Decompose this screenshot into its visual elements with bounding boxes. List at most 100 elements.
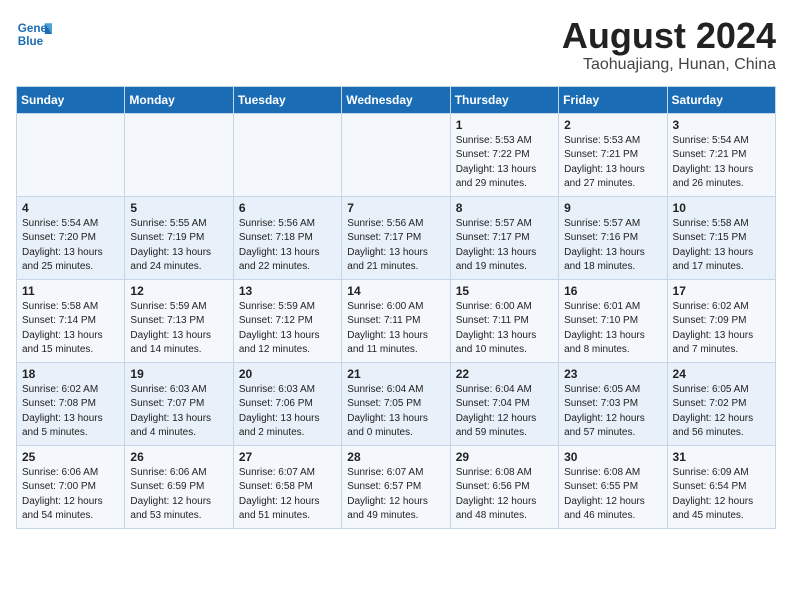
day-info: Sunrise: 6:02 AM Sunset: 7:09 PM Dayligh… xyxy=(673,300,770,358)
day-number: 22 xyxy=(456,367,553,381)
day-number: 6 xyxy=(239,201,336,215)
day-number: 26 xyxy=(130,450,227,464)
page-header: General Blue August 2024 Taohuajiang, Hu… xyxy=(16,16,776,74)
day-info: Sunrise: 5:57 AM Sunset: 7:16 PM Dayligh… xyxy=(564,217,661,275)
day-number: 19 xyxy=(130,367,227,381)
title-block: August 2024 Taohuajiang, Hunan, China xyxy=(562,16,776,74)
calendar-cell: 3Sunrise: 5:54 AM Sunset: 7:21 PM Daylig… xyxy=(667,113,775,196)
day-number: 11 xyxy=(22,284,119,298)
main-title: August 2024 xyxy=(562,16,776,56)
day-info: Sunrise: 5:59 AM Sunset: 7:13 PM Dayligh… xyxy=(130,300,227,358)
day-info: Sunrise: 5:56 AM Sunset: 7:17 PM Dayligh… xyxy=(347,217,444,275)
calendar-week-2: 4 Sunrise: 5:54 AM Sunset: 7:20 PM Daylig… xyxy=(17,196,776,279)
calendar-cell: 9Sunrise: 5:57 AM Sunset: 7:16 PM Daylig… xyxy=(559,196,667,279)
weekday-header-wednesday: Wednesday xyxy=(342,86,450,113)
day-number: 7 xyxy=(347,201,444,215)
day-number: 24 xyxy=(673,367,770,381)
calendar-cell: 6 Sunrise: 5:56 AM Sunset: 7:18 PM Daylig… xyxy=(233,196,341,279)
day-number: 16 xyxy=(564,284,661,298)
day-info: Sunrise: 6:06 AM Sunset: 6:59 PM Dayligh… xyxy=(130,466,227,524)
calendar-cell: 28Sunrise: 6:07 AM Sunset: 6:57 PM Dayli… xyxy=(342,445,450,528)
day-number: 20 xyxy=(239,367,336,381)
day-info: Sunrise: 6:02 AM Sunset: 7:08 PM Dayligh… xyxy=(22,383,119,441)
calendar-header: SundayMondayTuesdayWednesdayThursdayFrid… xyxy=(17,86,776,113)
calendar-week-5: 25Sunrise: 6:06 AM Sunset: 7:00 PM Dayli… xyxy=(17,445,776,528)
day-number: 28 xyxy=(347,450,444,464)
weekday-header-tuesday: Tuesday xyxy=(233,86,341,113)
day-info: Sunrise: 6:01 AM Sunset: 7:10 PM Dayligh… xyxy=(564,300,661,358)
day-info: Sunrise: 6:05 AM Sunset: 7:03 PM Dayligh… xyxy=(564,383,661,441)
calendar-cell: 12 Sunrise: 5:59 AM Sunset: 7:13 PM Dayli… xyxy=(125,279,233,362)
day-info: Sunrise: 5:58 AM Sunset: 7:15 PM Dayligh… xyxy=(673,217,770,275)
calendar-week-3: 11 Sunrise: 5:58 AM Sunset: 7:14 PM Dayli… xyxy=(17,279,776,362)
day-number: 8 xyxy=(456,201,553,215)
day-number: 12 xyxy=(130,284,227,298)
calendar-cell xyxy=(342,113,450,196)
day-number: 23 xyxy=(564,367,661,381)
calendar-cell: 14Sunrise: 6:00 AM Sunset: 7:11 PM Dayli… xyxy=(342,279,450,362)
calendar-cell: 29 Sunrise: 6:08 AM Sunset: 6:56 PM Dayli… xyxy=(450,445,558,528)
weekday-header-friday: Friday xyxy=(559,86,667,113)
calendar-cell: 8Sunrise: 5:57 AM Sunset: 7:17 PM Daylig… xyxy=(450,196,558,279)
logo-icon: General Blue xyxy=(16,16,52,52)
day-info: Sunrise: 5:53 AM Sunset: 7:21 PM Dayligh… xyxy=(564,134,661,192)
day-number: 29 xyxy=(456,450,553,464)
day-info: Sunrise: 6:00 AM Sunset: 7:11 PM Dayligh… xyxy=(347,300,444,358)
subtitle: Taohuajiang, Hunan, China xyxy=(562,56,776,74)
calendar-cell: 17 Sunrise: 6:02 AM Sunset: 7:09 PM Dayli… xyxy=(667,279,775,362)
day-info: Sunrise: 5:53 AM Sunset: 7:22 PM Dayligh… xyxy=(456,134,553,192)
day-info: Sunrise: 5:55 AM Sunset: 7:19 PM Dayligh… xyxy=(130,217,227,275)
day-info: Sunrise: 6:03 AM Sunset: 7:07 PM Dayligh… xyxy=(130,383,227,441)
calendar-table: SundayMondayTuesdayWednesdayThursdayFrid… xyxy=(16,86,776,529)
day-number: 18 xyxy=(22,367,119,381)
weekday-header-sunday: Sunday xyxy=(17,86,125,113)
day-info: Sunrise: 6:04 AM Sunset: 7:05 PM Dayligh… xyxy=(347,383,444,441)
calendar-cell: 25Sunrise: 6:06 AM Sunset: 7:00 PM Dayli… xyxy=(17,445,125,528)
day-info: Sunrise: 6:07 AM Sunset: 6:58 PM Dayligh… xyxy=(239,466,336,524)
day-info: Sunrise: 6:04 AM Sunset: 7:04 PM Dayligh… xyxy=(456,383,553,441)
day-number: 31 xyxy=(673,450,770,464)
day-info: Sunrise: 5:54 AM Sunset: 7:21 PM Dayligh… xyxy=(673,134,770,192)
day-info: Sunrise: 6:08 AM Sunset: 6:56 PM Dayligh… xyxy=(456,466,553,524)
day-number: 21 xyxy=(347,367,444,381)
day-number: 10 xyxy=(673,201,770,215)
calendar-cell xyxy=(233,113,341,196)
calendar-cell: 4 Sunrise: 5:54 AM Sunset: 7:20 PM Daylig… xyxy=(17,196,125,279)
calendar-cell xyxy=(125,113,233,196)
day-number: 30 xyxy=(564,450,661,464)
logo: General Blue xyxy=(16,16,52,52)
calendar-cell: 13 Sunrise: 5:59 AM Sunset: 7:12 PM Dayli… xyxy=(233,279,341,362)
day-number: 15 xyxy=(456,284,553,298)
calendar-cell: 11 Sunrise: 5:58 AM Sunset: 7:14 PM Dayli… xyxy=(17,279,125,362)
calendar-cell xyxy=(17,113,125,196)
day-info: Sunrise: 6:05 AM Sunset: 7:02 PM Dayligh… xyxy=(673,383,770,441)
day-info: Sunrise: 5:54 AM Sunset: 7:20 PM Dayligh… xyxy=(22,217,119,275)
calendar-cell: 5 Sunrise: 5:55 AM Sunset: 7:19 PM Daylig… xyxy=(125,196,233,279)
day-number: 17 xyxy=(673,284,770,298)
weekday-header-thursday: Thursday xyxy=(450,86,558,113)
calendar-cell: 20Sunrise: 6:03 AM Sunset: 7:06 PM Dayli… xyxy=(233,362,341,445)
day-info: Sunrise: 6:06 AM Sunset: 7:00 PM Dayligh… xyxy=(22,466,119,524)
day-info: Sunrise: 5:59 AM Sunset: 7:12 PM Dayligh… xyxy=(239,300,336,358)
day-info: Sunrise: 6:00 AM Sunset: 7:11 PM Dayligh… xyxy=(456,300,553,358)
calendar-cell: 1 Sunrise: 5:53 AM Sunset: 7:22 PM Daylig… xyxy=(450,113,558,196)
calendar-cell: 21 Sunrise: 6:04 AM Sunset: 7:05 PM Dayli… xyxy=(342,362,450,445)
day-info: Sunrise: 5:56 AM Sunset: 7:18 PM Dayligh… xyxy=(239,217,336,275)
calendar-cell: 26 Sunrise: 6:06 AM Sunset: 6:59 PM Dayli… xyxy=(125,445,233,528)
calendar-cell: 31Sunrise: 6:09 AM Sunset: 6:54 PM Dayli… xyxy=(667,445,775,528)
calendar-cell: 30 Sunrise: 6:08 AM Sunset: 6:55 PM Dayli… xyxy=(559,445,667,528)
calendar-cell: 18 Sunrise: 6:02 AM Sunset: 7:08 PM Dayli… xyxy=(17,362,125,445)
day-number: 5 xyxy=(130,201,227,215)
day-number: 13 xyxy=(239,284,336,298)
day-info: Sunrise: 6:08 AM Sunset: 6:55 PM Dayligh… xyxy=(564,466,661,524)
day-info: Sunrise: 5:58 AM Sunset: 7:14 PM Dayligh… xyxy=(22,300,119,358)
calendar-cell: 23 Sunrise: 6:05 AM Sunset: 7:03 PM Dayli… xyxy=(559,362,667,445)
calendar-cell: 10 Sunrise: 5:58 AM Sunset: 7:15 PM Dayli… xyxy=(667,196,775,279)
calendar-cell: 2Sunrise: 5:53 AM Sunset: 7:21 PM Daylig… xyxy=(559,113,667,196)
weekday-header-saturday: Saturday xyxy=(667,86,775,113)
calendar-cell: 19 Sunrise: 6:03 AM Sunset: 7:07 PM Dayli… xyxy=(125,362,233,445)
calendar-cell: 22 Sunrise: 6:04 AM Sunset: 7:04 PM Dayli… xyxy=(450,362,558,445)
day-number: 1 xyxy=(456,118,553,132)
calendar-cell: 15 Sunrise: 6:00 AM Sunset: 7:11 PM Dayli… xyxy=(450,279,558,362)
day-number: 4 xyxy=(22,201,119,215)
